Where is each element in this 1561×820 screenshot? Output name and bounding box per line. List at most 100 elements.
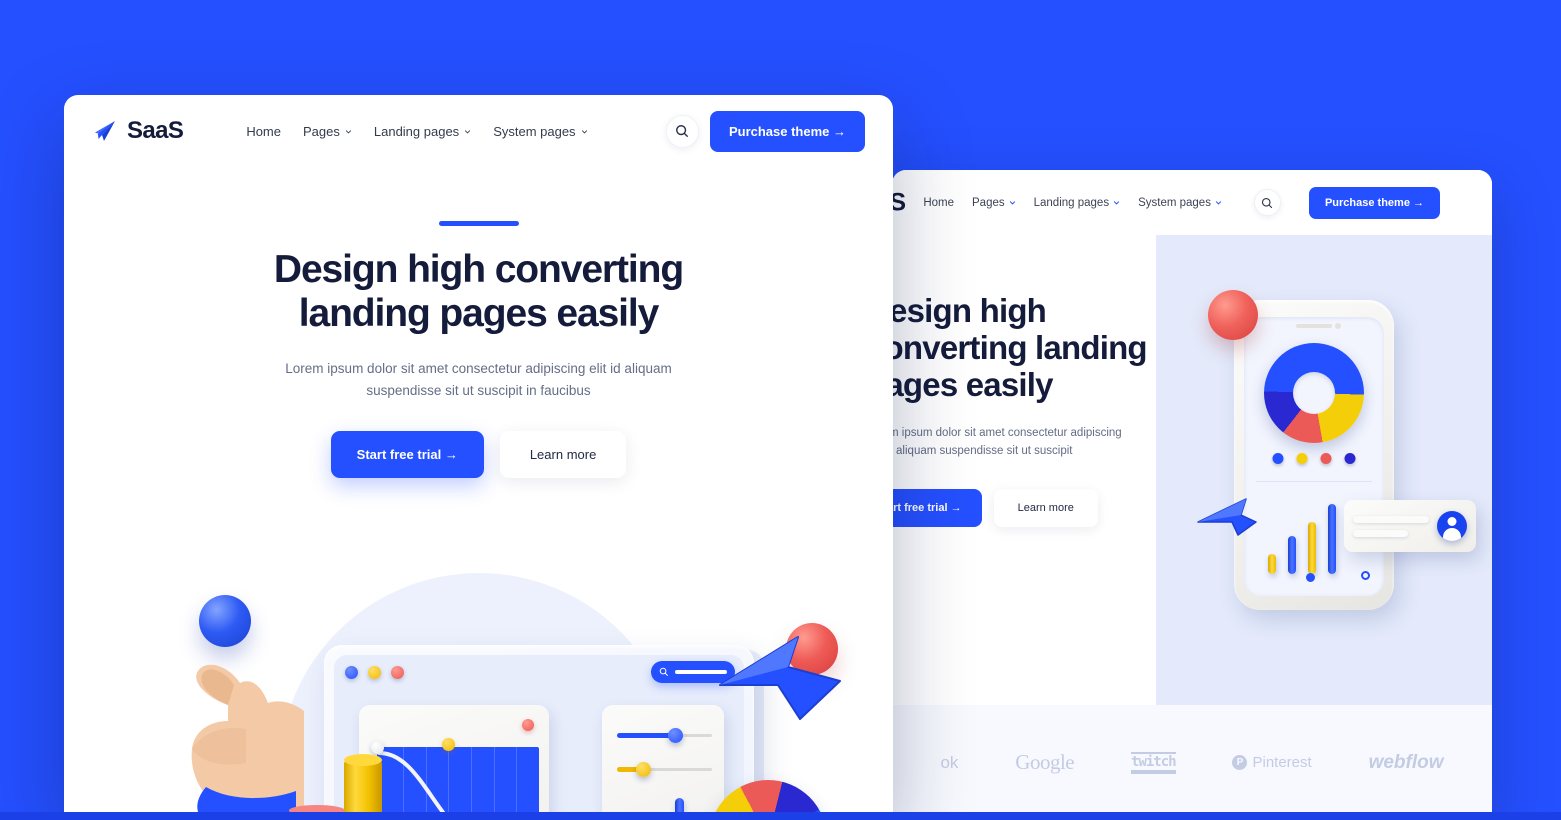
logo-facebook: ok xyxy=(940,752,959,772)
slider-row-2[interactable] xyxy=(617,762,712,777)
back-hero-illustration xyxy=(1156,235,1492,705)
chevron-down-icon xyxy=(581,129,587,134)
legend-dot-red xyxy=(1320,453,1332,464)
start-free-trial-button[interactable]: Start free trial → xyxy=(330,431,484,479)
back-nav-item-home[interactable]: Home xyxy=(923,197,954,209)
paper-plane-icon xyxy=(95,121,115,141)
hero-headline: Design high converting landing pages eas… xyxy=(64,248,893,336)
cursor-3d-icon xyxy=(1197,498,1257,536)
back-headline-line-2: converting landing xyxy=(892,328,1148,366)
chart-marker-red-top xyxy=(522,719,534,731)
back-window-navbar: aS Home Pages Landing pages System pages xyxy=(892,170,1492,235)
back-window-nav-menu: Home Pages Landing pages System pages Pu… xyxy=(923,186,1440,219)
browser-mockup-3d xyxy=(324,645,754,820)
logo-pinterest: P Pinterest xyxy=(1232,754,1312,771)
slider-row-1[interactable] xyxy=(617,728,712,743)
back-nav-item-landing-pages[interactable]: Landing pages xyxy=(1034,197,1120,209)
back-hero-section: Design high converting landing pages eas… xyxy=(892,235,1492,705)
phone-donut-chart xyxy=(1264,343,1364,443)
cursor-3d-icon-front xyxy=(719,636,841,720)
nav-label-landing-pages: Landing pages xyxy=(373,123,460,139)
back-hero-buttons: Start free trial → Learn more xyxy=(892,488,1156,527)
back-learn-more-button[interactable]: Learn more xyxy=(993,488,1098,527)
back-subtitle-line-2: elit id aliquam suspendisse sit ut susci… xyxy=(892,445,1073,458)
floating-profile-card xyxy=(1344,500,1476,552)
purchase-theme-button[interactable]: Purchase theme → xyxy=(709,110,865,152)
pinterest-badge-icon: P xyxy=(1232,755,1248,770)
slider-fill-blue xyxy=(617,733,673,738)
phone-screen xyxy=(1244,317,1384,596)
search-button[interactable] xyxy=(665,114,699,148)
primary-btn-label: Start free trial → xyxy=(356,447,458,463)
nav-item-home[interactable]: Home xyxy=(246,124,281,139)
back-hero-copy: Design high converting landing pages eas… xyxy=(892,235,1156,705)
legend-dot-blue xyxy=(1272,453,1284,464)
back-nav-label: Landing pages xyxy=(1033,196,1110,209)
back-cta-label: Purchase theme → xyxy=(1324,196,1424,209)
back-nav-label: Home xyxy=(923,196,954,209)
back-nav-item-pages[interactable]: Pages xyxy=(972,197,1016,209)
front-window-navbar: SaaS Home Pages Landing pages System pag… xyxy=(64,95,893,167)
phone-speaker-notch xyxy=(1296,323,1341,329)
chevron-down-icon xyxy=(1215,201,1222,205)
nav-label-system-pages: System pages xyxy=(493,123,576,139)
back-headline-line-3: pages easily xyxy=(892,365,1054,403)
chevron-down-icon xyxy=(1009,201,1015,205)
user-avatar-icon xyxy=(1437,511,1467,541)
red-sphere-3d xyxy=(1208,290,1258,340)
phone-mockup-3d xyxy=(1196,290,1476,620)
front-brand-label: SaaS xyxy=(127,117,184,144)
phone-bar-2 xyxy=(1288,536,1296,574)
bottom-edge-strip xyxy=(0,812,1561,820)
legend-dot-indigo xyxy=(1344,453,1356,464)
slider-knob-blue[interactable] xyxy=(668,728,684,743)
card-text-lines xyxy=(1353,515,1429,537)
back-hero-headline: Design high converting landing pages eas… xyxy=(892,292,1166,404)
curve-chart-panel xyxy=(359,705,549,820)
back-window-brand[interactable]: aS xyxy=(892,188,906,217)
search-icon xyxy=(659,667,668,676)
nav-item-pages[interactable]: Pages xyxy=(303,124,352,139)
phone-screen-divider xyxy=(1256,481,1372,482)
back-headline-line-1: Design high xyxy=(892,292,1047,329)
logo-webflow: webflow xyxy=(1368,751,1444,773)
phone-chart-legend xyxy=(1272,453,1356,464)
learn-more-button[interactable]: Learn more xyxy=(499,431,627,479)
curve-chart-area xyxy=(377,747,539,820)
logo-twitch: twitch xyxy=(1131,751,1177,774)
legend-dot-yellow xyxy=(1296,453,1308,464)
hero-accent-divider xyxy=(438,221,519,226)
nav-item-system-pages[interactable]: System pages xyxy=(493,124,587,139)
phone-axis-dot-blue xyxy=(1306,573,1315,582)
purchase-theme-label: Purchase theme → xyxy=(728,123,846,139)
back-search-button[interactable] xyxy=(1253,189,1281,216)
back-nav-label: System pages xyxy=(1138,196,1211,209)
back-start-free-trial-button[interactable]: Start free trial → xyxy=(892,488,982,527)
nav-label-home: Home xyxy=(246,123,281,139)
chevron-down-icon xyxy=(345,129,351,134)
card-line-2 xyxy=(1353,529,1408,537)
front-nav-actions: Purchase theme → xyxy=(665,110,865,152)
slider-knob-yellow[interactable] xyxy=(636,762,651,777)
front-window-nav-menu: Home Pages Landing pages System pages xyxy=(246,124,587,139)
back-nav-item-system-pages[interactable]: System pages xyxy=(1138,197,1222,209)
phone-bar-1 xyxy=(1268,554,1276,574)
phone-bar-4 xyxy=(1328,503,1336,574)
front-hero-section: Design high converting landing pages eas… xyxy=(64,167,893,479)
card-line-1 xyxy=(1353,515,1429,523)
nav-label-pages: Pages xyxy=(303,123,340,139)
phone-bar-chart xyxy=(1268,484,1336,574)
back-subtitle-line-1: Lorem ipsum dolor sit amet consectetur a… xyxy=(892,426,1122,439)
headline-line-1: Design high converting xyxy=(273,248,684,291)
back-hero-subtitle: Lorem ipsum dolor sit amet consectetur a… xyxy=(892,424,1156,461)
front-window-brand[interactable]: SaaS xyxy=(92,117,184,145)
headline-line-2: landing pages easily xyxy=(298,292,660,336)
back-purchase-theme-button[interactable]: Purchase theme → xyxy=(1308,186,1440,219)
back-browser-window: aS Home Pages Landing pages System pages xyxy=(892,170,1492,820)
brand-logo-strip: ok Google twitch P Pinterest webflow xyxy=(892,705,1492,820)
search-icon xyxy=(1262,197,1273,208)
phone-bar-3 xyxy=(1308,521,1316,574)
nav-item-landing-pages[interactable]: Landing pages xyxy=(374,124,471,139)
chevron-down-icon xyxy=(1113,201,1120,205)
back-primary-btn-label: Start free trial → xyxy=(892,501,962,514)
